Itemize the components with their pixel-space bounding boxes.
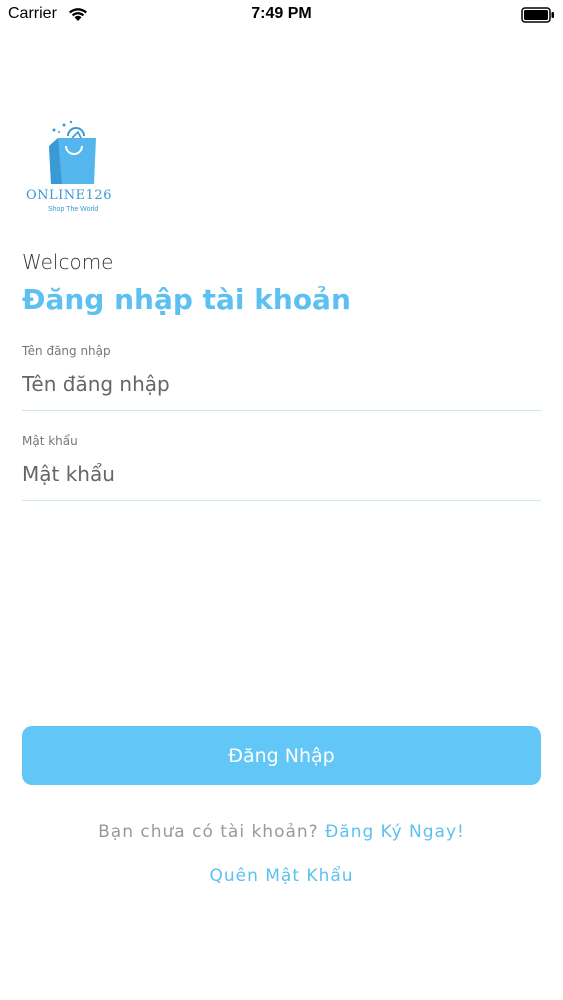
username-input[interactable] bbox=[22, 360, 541, 411]
password-field-group: Mật khẩu bbox=[22, 434, 541, 501]
signup-prompt-line: Bạn chưa có tài khoản? Đăng Ký Ngay! bbox=[0, 822, 563, 842]
logo-tagline: Shop The World bbox=[48, 206, 99, 213]
signup-prompt: Bạn chưa có tài khoản? bbox=[98, 822, 319, 842]
password-input[interactable] bbox=[22, 450, 541, 501]
welcome-text: Welcome bbox=[22, 250, 114, 274]
battery-icon bbox=[521, 7, 554, 23]
login-button[interactable]: Đăng Nhập bbox=[22, 726, 541, 785]
status-bar: Carrier 7:49 PM bbox=[0, 0, 563, 30]
password-label: Mật khẩu bbox=[22, 434, 78, 448]
status-time: 7:49 PM bbox=[251, 5, 312, 22]
username-field-group: Tên đăng nhập bbox=[22, 344, 541, 411]
shopping-bag-icon bbox=[49, 120, 96, 184]
signup-link[interactable]: Đăng Ký Ngay! bbox=[325, 822, 465, 842]
username-label: Tên đăng nhập bbox=[22, 344, 111, 358]
page-title: Đăng nhập tài khoản bbox=[22, 283, 351, 316]
forgot-password-link[interactable]: Quên Mật Khẩu bbox=[0, 866, 563, 886]
brand-logo: ONLINE126 Shop The World bbox=[22, 118, 122, 218]
logo-name: ONLINE126 bbox=[26, 188, 112, 203]
